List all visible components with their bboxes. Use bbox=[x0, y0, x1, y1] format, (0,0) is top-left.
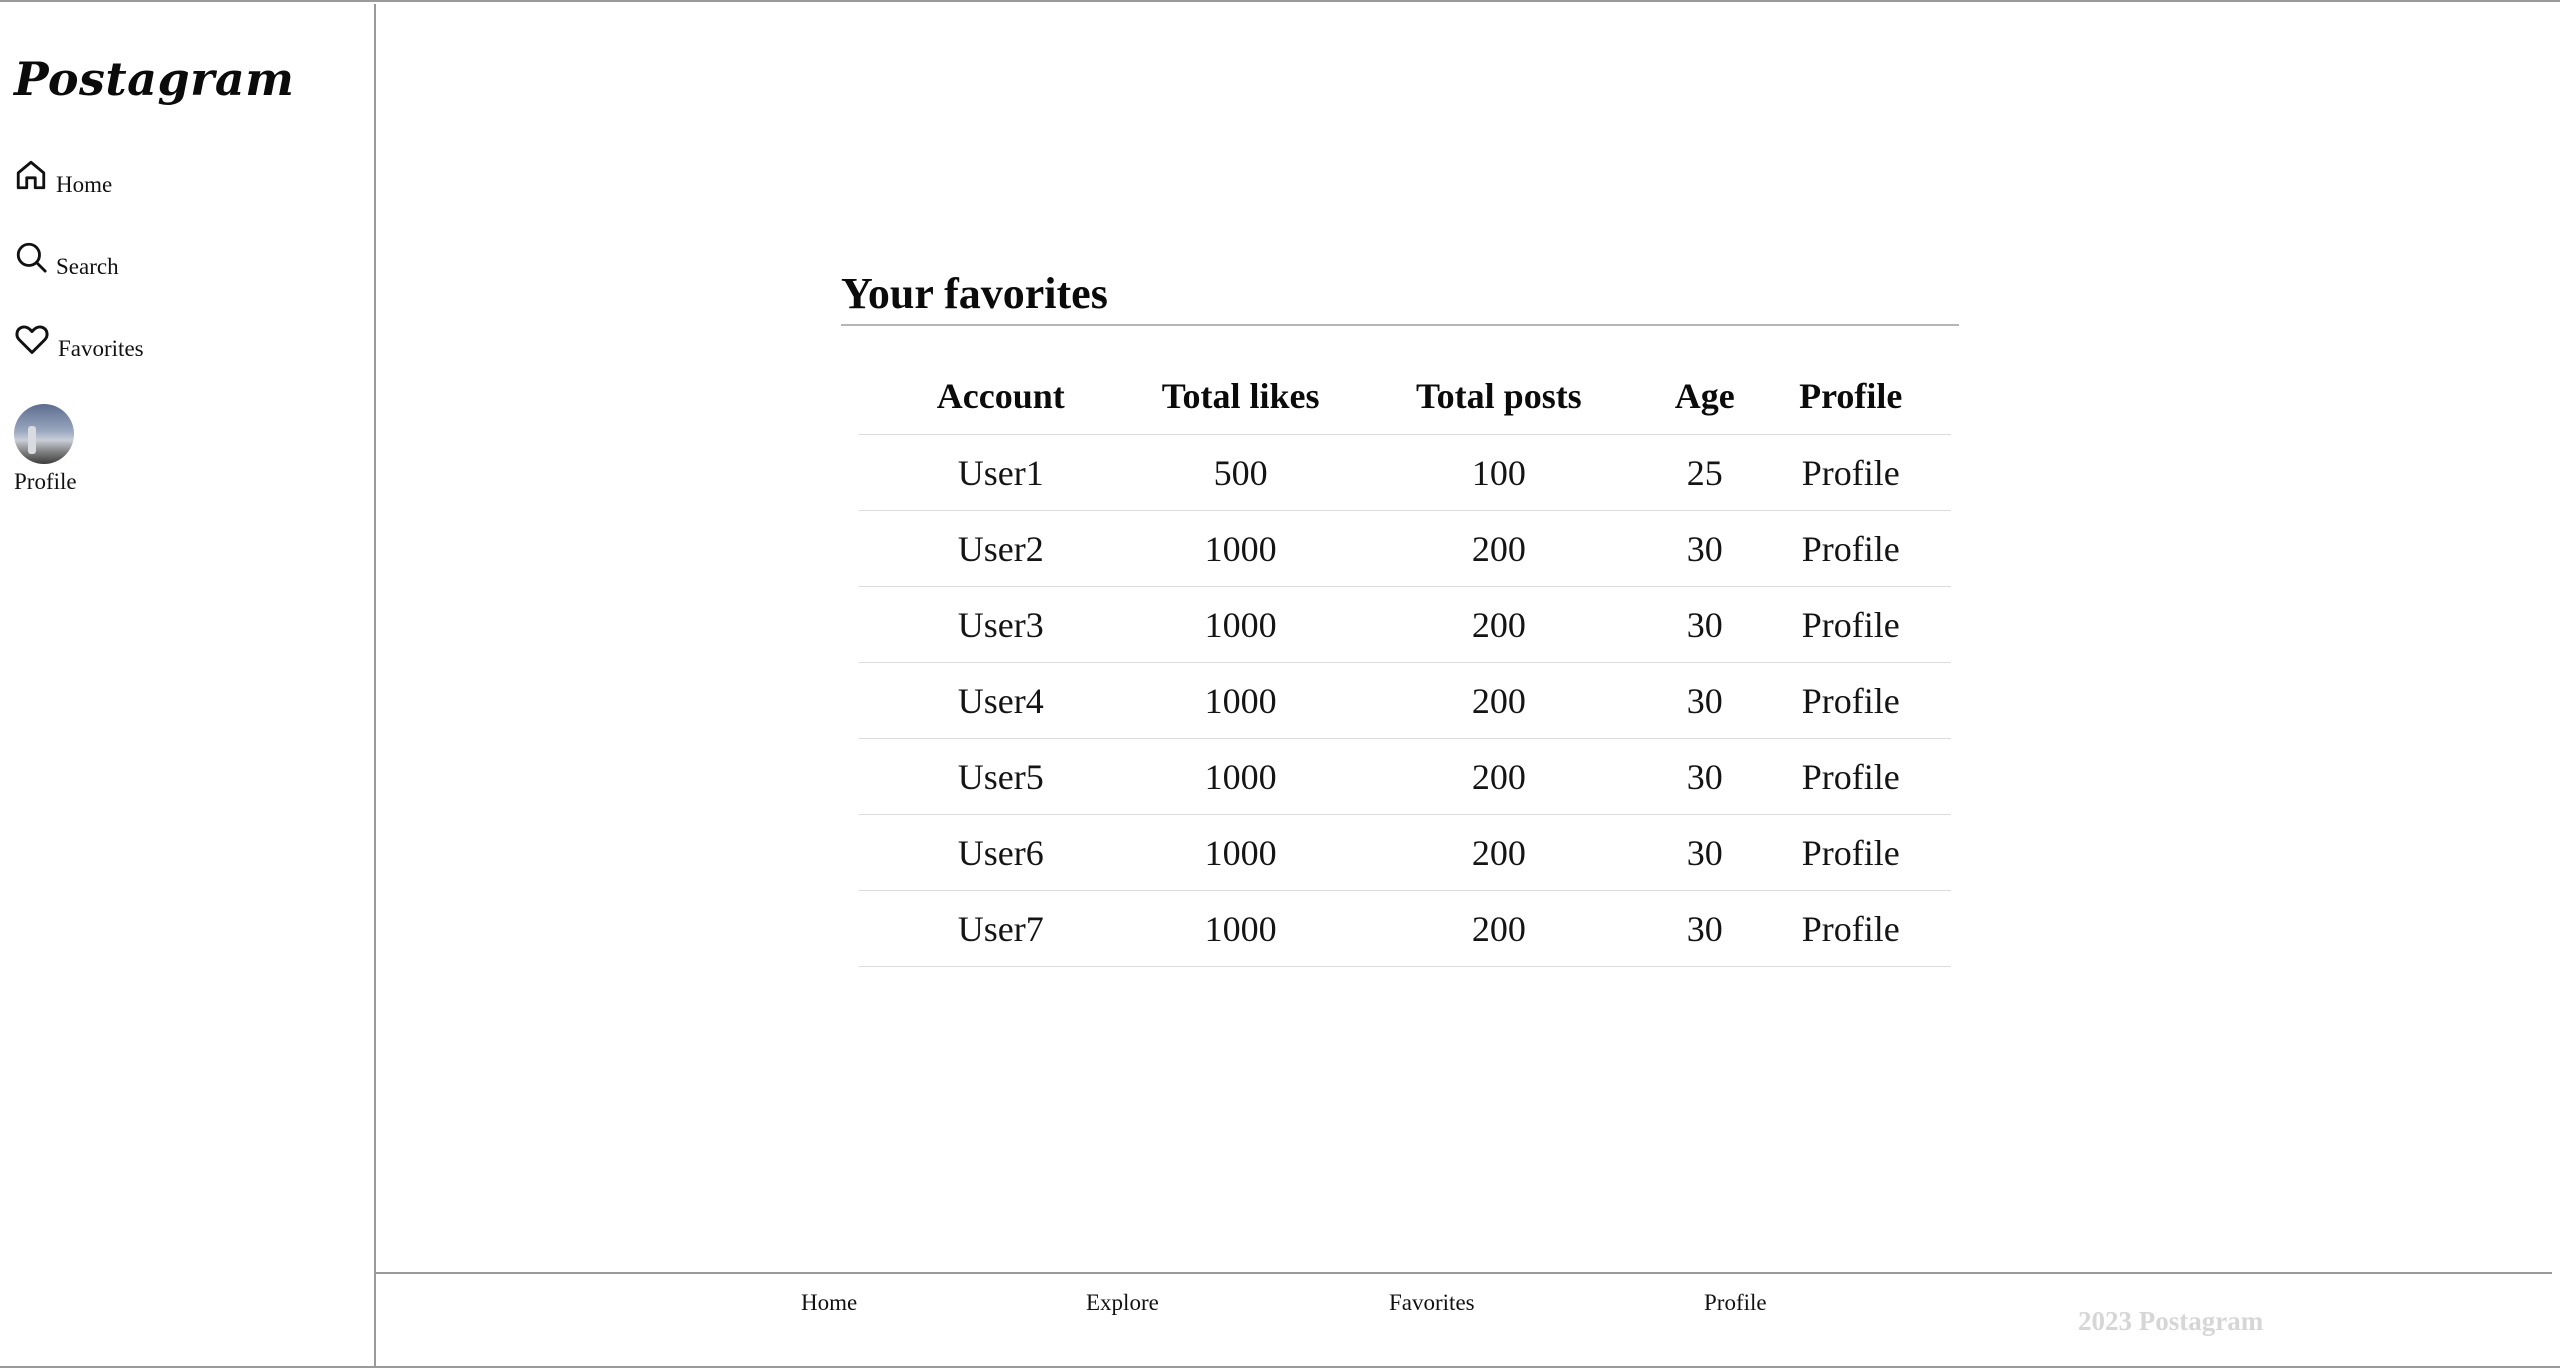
column-header-total-posts: Total posts bbox=[1338, 358, 1659, 435]
cell-total-posts: 200 bbox=[1338, 738, 1659, 815]
sidebar-item-label: Home bbox=[56, 172, 113, 197]
column-header-age: Age bbox=[1658, 358, 1751, 435]
cell-age: 25 bbox=[1658, 434, 1751, 511]
cell-total-likes: 1000 bbox=[1142, 890, 1339, 967]
cell-total-likes: 1000 bbox=[1142, 738, 1339, 815]
avatar-image-detail bbox=[28, 426, 36, 454]
profile-link[interactable]: Profile bbox=[1750, 814, 1951, 891]
cell-total-posts: 200 bbox=[1338, 510, 1659, 587]
favorites-table: Account Total likes Total posts Age Prof… bbox=[859, 358, 1951, 967]
heart-icon bbox=[14, 322, 50, 356]
table-row: User7 1000 200 30 Profile bbox=[859, 890, 1951, 967]
copyright-text: 2023 Postagram bbox=[2078, 1306, 2264, 1336]
cell-total-posts: 100 bbox=[1338, 434, 1659, 511]
footer-link-profile[interactable]: Profile bbox=[1704, 1290, 1767, 1316]
cell-account: User6 bbox=[859, 814, 1143, 891]
cell-total-likes: 1000 bbox=[1142, 586, 1339, 663]
table-row: User6 1000 200 30 Profile bbox=[859, 814, 1951, 891]
footer-link-home[interactable]: Home bbox=[801, 1290, 857, 1316]
cell-total-posts: 200 bbox=[1338, 586, 1659, 663]
cell-account: User3 bbox=[859, 586, 1143, 663]
cell-total-posts: 200 bbox=[1338, 890, 1659, 967]
page-title: Your favorites bbox=[841, 269, 1108, 318]
profile-link[interactable]: Profile bbox=[1750, 586, 1951, 663]
cell-age: 30 bbox=[1658, 738, 1751, 815]
column-header-profile: Profile bbox=[1750, 358, 1951, 435]
cell-account: User2 bbox=[859, 510, 1143, 587]
cell-total-likes: 1000 bbox=[1142, 814, 1339, 891]
sidebar-item-label: Search bbox=[56, 254, 119, 279]
sidebar-item-profile[interactable]: Profile bbox=[14, 404, 77, 493]
sidebar-item-favorites[interactable]: Favorites bbox=[14, 322, 144, 360]
table-row: User2 1000 200 30 Profile bbox=[859, 510, 1951, 587]
profile-link[interactable]: Profile bbox=[1750, 738, 1951, 815]
profile-link[interactable]: Profile bbox=[1750, 662, 1951, 739]
cell-age: 30 bbox=[1658, 510, 1751, 587]
search-icon bbox=[14, 240, 48, 274]
sidebar-item-label: Favorites bbox=[58, 336, 144, 361]
cell-age: 30 bbox=[1658, 890, 1751, 967]
cell-age: 30 bbox=[1658, 662, 1751, 739]
cell-account: User1 bbox=[859, 434, 1143, 511]
avatar bbox=[14, 404, 74, 464]
table-row: User1 500 100 25 Profile bbox=[859, 434, 1951, 511]
home-icon bbox=[14, 158, 48, 192]
table-row: User5 1000 200 30 Profile bbox=[859, 738, 1951, 815]
footer-link-favorites[interactable]: Favorites bbox=[1389, 1290, 1475, 1316]
app-logo[interactable]: Postagram bbox=[14, 52, 294, 106]
cell-account: User7 bbox=[859, 890, 1143, 967]
table-row: User3 1000 200 30 Profile bbox=[859, 586, 1951, 663]
sidebar: Postagram Home Search Favorites Profile bbox=[0, 4, 376, 1368]
table-row: User4 1000 200 30 Profile bbox=[859, 662, 1951, 739]
profile-link[interactable]: Profile bbox=[1750, 434, 1951, 511]
title-divider bbox=[841, 324, 1959, 326]
table-header-row: Account Total likes Total posts Age Prof… bbox=[859, 358, 1951, 435]
profile-link[interactable]: Profile bbox=[1750, 890, 1951, 967]
column-header-account: Account bbox=[859, 358, 1143, 435]
sidebar-item-label: Profile bbox=[14, 469, 77, 494]
cell-total-likes: 1000 bbox=[1142, 662, 1339, 739]
cell-total-posts: 200 bbox=[1338, 814, 1659, 891]
cell-total-posts: 200 bbox=[1338, 662, 1659, 739]
footer-divider bbox=[376, 1272, 2552, 1274]
profile-link[interactable]: Profile bbox=[1750, 510, 1951, 587]
cell-total-likes: 500 bbox=[1142, 434, 1339, 511]
cell-account: User4 bbox=[859, 662, 1143, 739]
footer-link-explore[interactable]: Explore bbox=[1086, 1290, 1159, 1316]
cell-age: 30 bbox=[1658, 586, 1751, 663]
sidebar-item-search[interactable]: Search bbox=[14, 240, 119, 278]
cell-age: 30 bbox=[1658, 814, 1751, 891]
app-window: Postagram Home Search Favorites Profile … bbox=[0, 0, 2560, 1368]
column-header-total-likes: Total likes bbox=[1142, 358, 1339, 435]
cell-account: User5 bbox=[859, 738, 1143, 815]
sidebar-item-home[interactable]: Home bbox=[14, 158, 112, 196]
cell-total-likes: 1000 bbox=[1142, 510, 1339, 587]
